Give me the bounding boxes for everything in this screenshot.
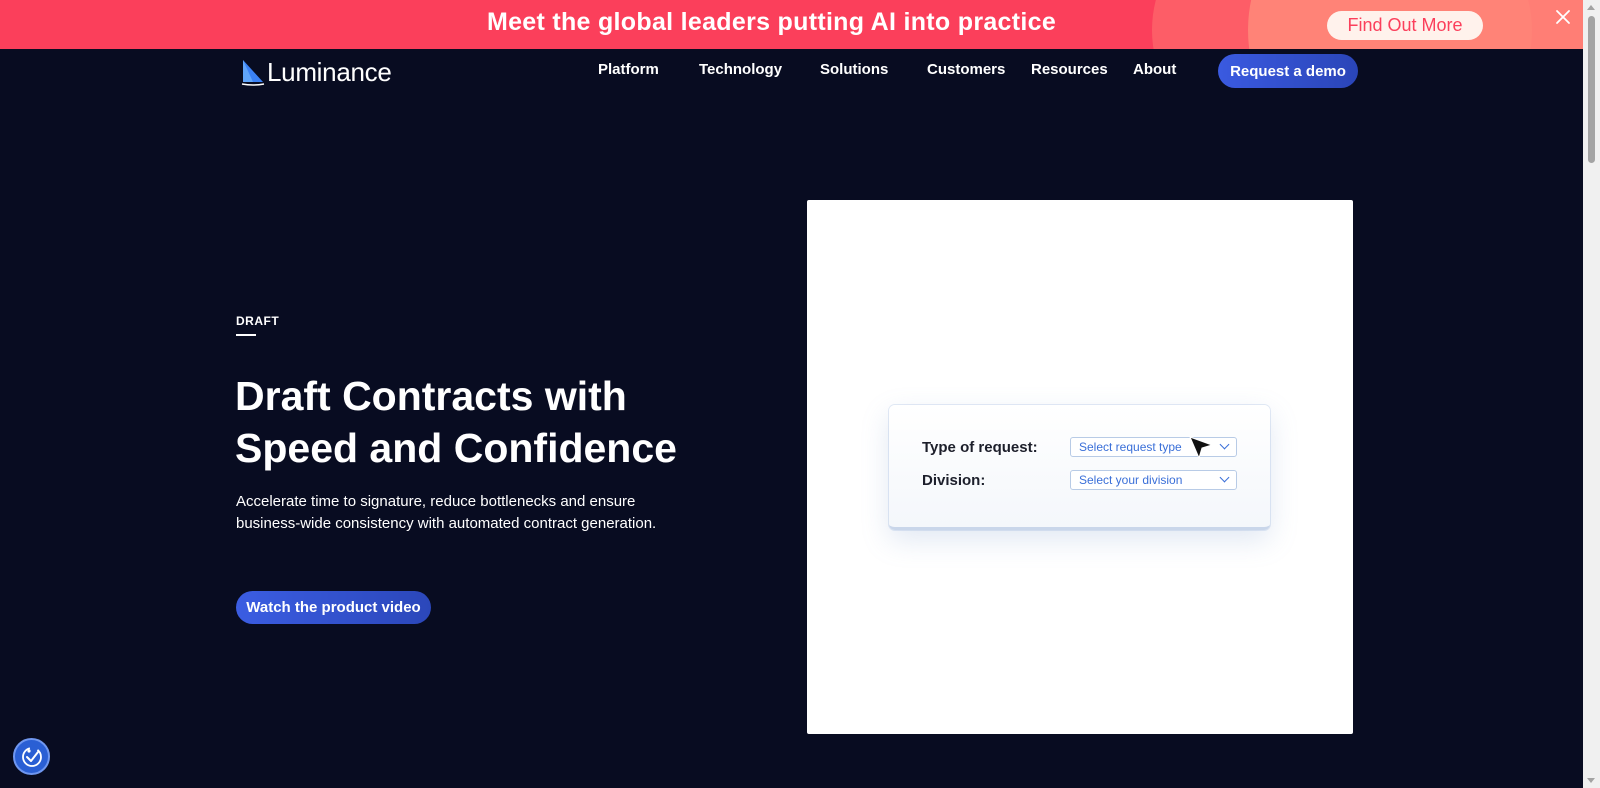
request-type-value: Select request type <box>1079 440 1182 454</box>
eyebrow-underline <box>236 334 256 336</box>
hero-title: Draft Contracts with Speed and Confidenc… <box>235 370 695 474</box>
section-eyebrow: DRAFT <box>236 314 280 328</box>
logo[interactable]: Luminance <box>241 56 392 88</box>
request-demo-button[interactable]: Request a demo <box>1218 54 1358 88</box>
scroll-down-icon[interactable] <box>1587 778 1595 783</box>
nav-item-resources[interactable]: Resources <box>1031 61 1108 78</box>
request-form-card: Type of request: Select request type Div… <box>889 405 1270 530</box>
hero-title-line: Speed and Confidence <box>235 425 677 471</box>
sail-logo-icon <box>241 60 265 86</box>
nav-item-solutions[interactable]: Solutions <box>820 61 888 78</box>
division-value: Select your division <box>1079 473 1183 487</box>
product-preview: Type of request: Select request type Div… <box>807 200 1353 734</box>
close-icon[interactable] <box>1554 8 1572 26</box>
mouse-pointer-icon <box>1189 436 1214 460</box>
nav-item-about[interactable]: About <box>1133 61 1176 78</box>
scrollbar-thumb[interactable] <box>1588 16 1595 163</box>
division-select[interactable]: Select your division <box>1070 470 1237 490</box>
hero-title-line: Draft Contracts with <box>235 373 627 419</box>
hero-subtitle-line: business-wide consistency with automated… <box>236 515 657 532</box>
hero-subtitle: Accelerate time to signature, reduce bot… <box>236 491 696 535</box>
page-scrollbar[interactable] <box>1583 0 1600 788</box>
accessibility-icon <box>21 746 42 767</box>
watch-video-button[interactable]: Watch the product video <box>236 591 431 624</box>
division-label: Division: <box>922 472 986 489</box>
chevron-down-icon <box>1219 472 1230 483</box>
hero-subtitle-line: Accelerate time to signature, reduce bot… <box>236 493 636 510</box>
announcement-banner: Meet the global leaders putting AI into … <box>0 0 1583 49</box>
scroll-up-icon[interactable] <box>1587 5 1595 10</box>
find-out-more-button[interactable]: Find Out More <box>1327 11 1483 40</box>
chevron-down-icon <box>1219 439 1230 450</box>
nav-item-customers[interactable]: Customers <box>927 61 1005 78</box>
nav-item-platform[interactable]: Platform <box>598 61 659 78</box>
nav-item-technology[interactable]: Technology <box>699 61 782 78</box>
type-of-request-label: Type of request: <box>922 439 1038 456</box>
accessibility-button[interactable] <box>13 738 50 775</box>
logo-text: Luminance <box>267 56 392 87</box>
